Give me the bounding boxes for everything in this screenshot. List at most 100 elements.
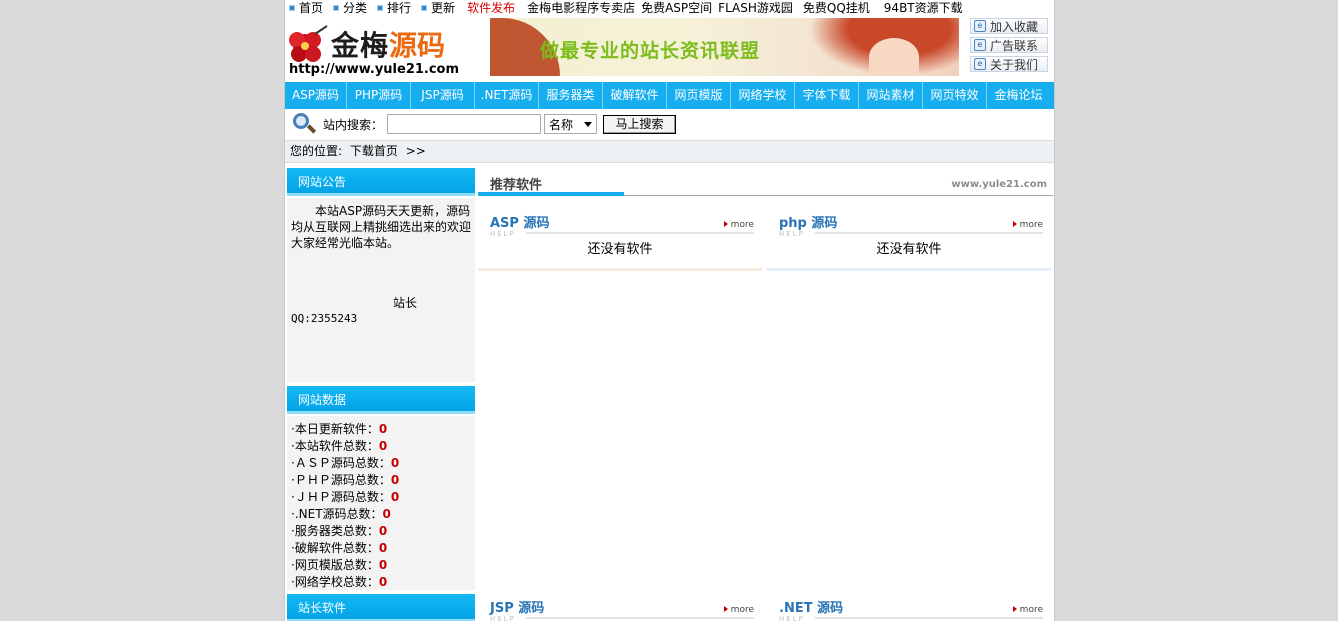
notice-qq: QQ:2355243 <box>291 312 358 325</box>
nav-update[interactable]: 更新 <box>421 1 455 15</box>
box-footer <box>478 268 762 271</box>
box-divider <box>815 232 1043 234</box>
about-us-link[interactable]: e 关于我们 <box>970 56 1048 72</box>
banner-slogan: 做最专业的站长资讯联盟 <box>540 40 761 62</box>
php-source-box: php 源码 HELP more 还没有软件 <box>767 208 1051 271</box>
stat-row: ·服务器类总数：0 <box>291 524 388 538</box>
search-button[interactable]: 马上搜索 <box>603 114 677 134</box>
box-title: php 源码 <box>779 216 838 231</box>
ad-contact-link[interactable]: e 广告联系 <box>970 37 1048 53</box>
menu-effects[interactable]: 网页特效 <box>923 82 987 109</box>
flower-logo-icon <box>289 25 328 62</box>
stats-header: 网站数据 <box>287 386 475 416</box>
menu-materials[interactable]: 网站素材 <box>859 82 923 109</box>
search-label: 站内搜索： <box>323 117 384 132</box>
stat-row: ·本站软件总数：0 <box>291 439 388 453</box>
menu-server[interactable]: 服务器类 <box>539 82 603 109</box>
ad-banner[interactable]: 做最专业的站长资讯联盟 <box>490 18 959 76</box>
main-content: 推荐软件 www.yule21.com ASP 源码 HELP more 还没有… <box>478 168 1053 621</box>
box-help-text: HELP <box>779 615 805 621</box>
box-help-text: HELP <box>490 230 516 238</box>
nav-link-bt[interactable]: 94BT资源下载 <box>884 1 963 15</box>
stat-row: ·网页模版总数：0 <box>291 558 388 572</box>
magnifier-icon <box>291 112 317 136</box>
left-sidebar: 网站公告 本站ASP源码天天更新，源码均从互联网上精挑细选出来的欢迎大家经常光临… <box>287 168 475 621</box>
box-divider <box>526 232 754 234</box>
nav-link-qq[interactable]: 免费QQ挂机 <box>803 1 870 15</box>
box-divider <box>526 617 754 619</box>
search-bar: 站内搜索： 名称 马上搜索 <box>285 110 1054 138</box>
breadcrumb-home-link[interactable]: 下载首页 <box>350 144 398 158</box>
dropdown-arrow-icon <box>584 121 593 127</box>
top-nav: 首页 分类 排行 更新 软件发布 金梅电影程序专卖店 免费ASP空间 FLASH… <box>285 0 1054 16</box>
menu-jsp[interactable]: JSP源码 <box>411 82 475 109</box>
nav-link-free-asp[interactable]: 免费ASP空间 <box>641 1 712 15</box>
menu-asp[interactable]: ASP源码 <box>285 82 347 109</box>
menu-crack[interactable]: 破解软件 <box>603 82 667 109</box>
tab-underline <box>478 192 624 196</box>
notice-content: 本站ASP源码天天更新，源码均从互联网上精挑细选出来的欢迎大家经常光临本站。 站… <box>287 198 475 382</box>
asp-source-box: ASP 源码 HELP more 还没有软件 <box>478 208 762 271</box>
menu-forum[interactable]: 金梅论坛 <box>987 82 1050 109</box>
notice-signature: 站长 <box>393 296 418 310</box>
bullet-icon <box>377 5 384 11</box>
menu-templates[interactable]: 网页模版 <box>667 82 731 109</box>
bullet-icon <box>421 5 428 11</box>
stat-row: ·网络学校总数：0 <box>291 575 388 589</box>
nav-category[interactable]: 分类 <box>333 1 367 15</box>
search-type-select[interactable]: 名称 <box>544 114 598 134</box>
box-help-text: HELP <box>779 230 805 238</box>
menu-fonts[interactable]: 字体下载 <box>795 82 859 109</box>
logo-url: http://www.yule21.com <box>289 62 460 77</box>
add-favorite-link[interactable]: e 加入收藏 <box>970 18 1048 34</box>
stat-row: ·ＪＨＰ源码总数：0 <box>291 490 400 504</box>
stat-row: ·ＡＳＰ源码总数：0 <box>291 456 400 470</box>
box-help-text: HELP <box>490 615 516 621</box>
nav-ranking[interactable]: 排行 <box>377 1 411 15</box>
site-logo[interactable]: 金梅 源码 http://www.yule21.com <box>285 18 475 80</box>
box-footer <box>767 268 1051 271</box>
about-icon: e <box>974 58 986 70</box>
logo-text-1: 金梅 <box>331 29 390 62</box>
header: 金梅 源码 http://www.yule21.com 做最专业的站长资讯联盟 … <box>285 16 1054 80</box>
nav-publish[interactable]: 软件发布 <box>467 1 515 15</box>
more-link[interactable]: more <box>1013 220 1043 230</box>
recommended-title: 推荐软件 <box>490 178 543 193</box>
recommended-header: 推荐软件 www.yule21.com <box>478 168 1053 196</box>
contact-icon: e <box>974 39 986 51</box>
nav-link-flash[interactable]: FLASH游戏园 <box>718 1 793 15</box>
box-title: JSP 源码 <box>490 601 545 616</box>
empty-message: 还没有软件 <box>587 242 653 257</box>
stat-row: ·ＰＨＰ源码总数：0 <box>291 473 400 487</box>
nav-link-movie-store[interactable]: 金梅电影程序专卖店 <box>527 1 635 15</box>
nav-home[interactable]: 首页 <box>289 1 323 15</box>
more-link[interactable]: more <box>1013 605 1043 615</box>
bullet-icon <box>289 5 295 11</box>
more-link[interactable]: more <box>724 605 754 615</box>
quick-links: e 加入收藏 e 广告联系 e 关于我们 <box>970 18 1048 75</box>
more-link[interactable]: more <box>724 220 754 230</box>
stat-row: ·破解软件总数：0 <box>291 541 388 555</box>
favorite-icon: e <box>974 20 986 32</box>
banner-face <box>869 38 919 76</box>
empty-message: 还没有软件 <box>876 242 942 257</box>
box-title: .NET 源码 <box>779 601 844 616</box>
logo-text-2: 源码 <box>389 29 446 62</box>
stat-row: ·本日更新软件：0 <box>291 422 388 436</box>
search-input[interactable] <box>387 114 542 134</box>
net-source-box: .NET 源码 HELP more <box>767 593 1051 621</box>
stat-row: ·.NET源码总数：0 <box>291 507 391 521</box>
bullet-icon <box>333 5 340 11</box>
notice-text: 本站ASP源码天天更新，源码均从互联网上精挑细选出来的欢迎大家经常光临本站。 <box>291 204 472 250</box>
breadcrumb-prefix: 您的位置: <box>290 144 343 158</box>
breadcrumb: 您的位置: 下载首页 >> <box>285 140 1054 163</box>
stats-list: ·本日更新软件：0 ·本站软件总数：0 ·ＡＳＰ源码总数：0 ·ＰＨＰ源码总数：… <box>287 416 475 590</box>
box-divider <box>815 617 1043 619</box>
page: 首页 分类 排行 更新 软件发布 金梅电影程序专卖店 免费ASP空间 FLASH… <box>284 0 1055 621</box>
menu-php[interactable]: PHP源码 <box>347 82 411 109</box>
menu-school[interactable]: 网络学校 <box>731 82 795 109</box>
admin-software-header: 站长软件 <box>287 594 475 621</box>
box-title: ASP 源码 <box>490 216 550 231</box>
site-watermark: www.yule21.com <box>951 179 1047 190</box>
menu-net[interactable]: .NET源码 <box>475 82 539 109</box>
